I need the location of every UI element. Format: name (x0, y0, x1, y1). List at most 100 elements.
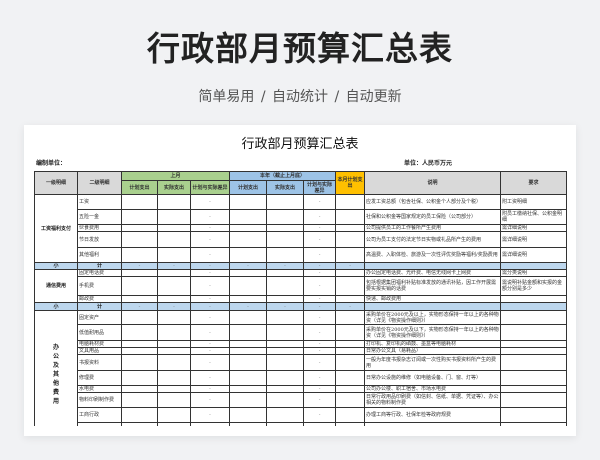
amount-cell (122, 277, 158, 296)
item-name: 节日发放 (78, 232, 122, 248)
header-description: 说明 (365, 172, 501, 195)
subtotal-value: - (267, 263, 304, 270)
amount-cell (267, 341, 304, 348)
amount-cell (230, 371, 267, 386)
amount-cell (158, 248, 191, 263)
item-requirement: 需详细说明 (501, 248, 567, 263)
amount-cell (158, 296, 191, 303)
amount-cell (336, 341, 365, 348)
item-name: 低值耐用品 (78, 325, 122, 341)
amount-cell (336, 270, 365, 277)
item-requirement: 附员工缴纳社保、公积金明细 (501, 210, 567, 225)
item-requirement (501, 296, 567, 303)
amount-cell (122, 408, 158, 423)
amount-cell (158, 355, 191, 371)
group-label: 办公及其他费用 (35, 311, 78, 427)
diff-value: - (304, 248, 336, 263)
item-description: 采购单价在2000元及以下，实物形态保持一年以上的各种物资（详见《物资操作细则》… (365, 325, 501, 341)
amount-cell (267, 355, 304, 371)
amount-cell (122, 325, 158, 341)
amount-cell (267, 195, 304, 210)
diff-value: - (191, 225, 230, 232)
amount-cell (158, 371, 191, 386)
item-requirement (501, 386, 567, 393)
table-row: 文具用品--日常办公文具（易耗品） (35, 348, 567, 355)
group-label: 通信费用 (35, 270, 78, 303)
header-row-1: 一级明细 二级明细 上月 本年（截止上月底） 本月计划支出 说明 要求 (35, 172, 567, 181)
amount-cell (336, 325, 365, 341)
amount-cell (158, 270, 191, 277)
subtotal-label: 计 (78, 303, 122, 311)
table-row: 工资福利支付工资--应发工资总额（包含社保、公积金个人部分及个税）附工资明细 (35, 195, 567, 210)
amount-cell (230, 311, 267, 325)
amount-cell (267, 232, 304, 248)
subtotal-value: - (191, 263, 230, 270)
table-row: 电脑耗材费--打印机、复印机的硒鼓、墨盒等电脑耗材 (35, 341, 567, 348)
hero-title: 行政部月预算汇总表 (0, 22, 600, 70)
table-row: 书报资料--一般为年度书报杂志订阅或一次性购买书报资料所产生的费用 (35, 355, 567, 371)
subtotal-row: 小计------- (35, 303, 567, 311)
amount-cell (336, 408, 365, 423)
amount-cell (230, 355, 267, 371)
subtotal-requirement (501, 263, 567, 270)
item-description: 公司提供员工的工作餐所产生费用 (365, 225, 501, 232)
diff-value: - (191, 232, 230, 248)
diff-value: - (191, 277, 230, 296)
amount-cell (230, 210, 267, 225)
diff-value: - (191, 355, 230, 371)
header-this-year: 本年（截止上月底） (230, 172, 336, 181)
budget-table-wrapper: 一级明细 二级明细 上月 本年（截止上月底） 本月计划支出 说明 要求 计划支出… (34, 171, 568, 426)
amount-cell (267, 423, 304, 427)
amount-cell (122, 423, 158, 427)
amount-cell (230, 232, 267, 248)
diff-value: - (304, 348, 336, 355)
amount-cell (230, 325, 267, 341)
amount-cell (122, 355, 158, 371)
amount-cell (267, 408, 304, 423)
amount-cell (267, 225, 304, 232)
amount-cell (336, 348, 365, 355)
table-row: --招聘等产生的费用（如猎头费用、招聘产生的各 (35, 423, 567, 427)
item-description: 应发工资总额（包含社保、公积金个人部分及个税） (365, 195, 501, 210)
amount-cell (230, 386, 267, 393)
item-requirement (501, 325, 567, 341)
amount-cell (122, 225, 158, 232)
header-diff-year: 计划与实际差异 (304, 181, 336, 195)
currency-unit-label: 单位：人民币万元 (404, 158, 452, 167)
diff-value: - (304, 232, 336, 248)
item-description: 高温费、入职体检、旅游及一次性评优奖励等福利/奖励费用 (365, 248, 501, 263)
table-row: 修理费--日常办公设施的维修（如电脑设备、门、窗、灯等） (35, 371, 567, 386)
item-description: 公司办公楼、职工宿舍、市场水电费 (365, 386, 501, 393)
amount-cell (158, 325, 191, 341)
amount-cell (336, 386, 365, 393)
item-name: 固定资产 (78, 311, 122, 325)
item-description: 采购单价在2000元及以上，实物形态保持一年以上的各种物资（详见《物资操作细则》… (365, 311, 501, 325)
header-level1: 一级明细 (35, 172, 78, 195)
amount-cell (267, 311, 304, 325)
amount-cell (230, 393, 267, 408)
table-row: 其他福利--高温费、入职体检、旅游及一次性评优奖励等福利/奖励费用需详细说明 (35, 248, 567, 263)
amount-cell (267, 277, 304, 296)
diff-value: - (304, 325, 336, 341)
table-row: 手机费--包括根据集团福利补贴标准发放的通讯补贴，因工作开展需要实报实销的话费需… (35, 277, 567, 296)
header-actual-year: 实际支出 (267, 181, 304, 195)
item-name: 电脑耗材费 (78, 341, 122, 348)
amount-cell (122, 341, 158, 348)
amount-cell (336, 423, 365, 427)
amount-cell (230, 423, 267, 427)
item-requirement (501, 423, 567, 427)
item-name: 工资 (78, 195, 122, 210)
budget-table: 一级明细 二级明细 上月 本年（截止上月底） 本月计划支出 说明 要求 计划支出… (34, 171, 567, 426)
table-row: 节日发放--公司为员工支付的法定节日实物或礼品所产生的费用需详细说明 (35, 232, 567, 248)
amount-cell (230, 248, 267, 263)
diff-value: - (191, 325, 230, 341)
amount-cell (230, 341, 267, 348)
subtotal-value: - (122, 263, 158, 270)
amount-cell (336, 296, 365, 303)
item-description: 快递、邮政费用 (365, 296, 501, 303)
diff-value: - (304, 277, 336, 296)
diff-value: - (191, 311, 230, 325)
amount-cell (230, 296, 267, 303)
subtotal-description (365, 303, 501, 311)
amount-cell (122, 248, 158, 263)
